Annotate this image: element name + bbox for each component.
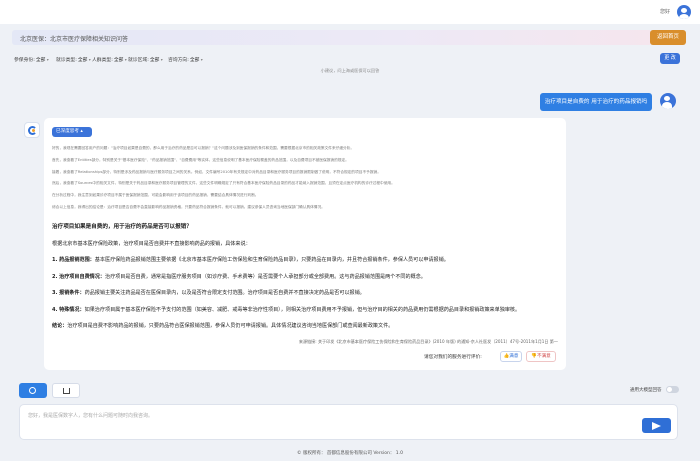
satisfied-button[interactable]: 👍满意 [500,351,522,362]
message-input-placeholder: 您好，我是医保数字人，您有什么问题可随时向我咨询。 [28,413,154,419]
title-banner: 北京医保：北京市医疗保障相关知识问答 [12,30,652,45]
answer-point: 2. 治疗项目自费情况：治疗项目是否自费，通常是指医疗服务项目（如诊疗费、手术费… [52,274,560,282]
answer-body: 治疗项目如果是自费的，用于治疗的药品是否可以报销？ 根据北京市基本医疗保险政策，… [52,224,560,340]
greeting-text: 您好 [659,9,670,15]
assistant-logo-icon [24,122,40,138]
feedback-question: 请您对我们的服务进行评价: [424,355,482,360]
deep-thinking-label: 已深度思考 [56,129,79,134]
footer-copyright: © 版权所有： 首都信息股份有限公司 Version： 1.0 [297,451,403,456]
answer-conclusion: 结论：治疗项目是自费不影响药品的报销，只要药品符合医保报销范围，参保人员仍可申请… [52,323,560,331]
answer-title: 治疗项目如果是自费的，用于治疗的药品是否可以报销？ [52,224,192,230]
share-icon [63,388,70,394]
general-model-toggle[interactable] [666,386,679,393]
point-title: 药品报销范围： [59,257,95,263]
thinking-paragraph: 接着，我查看了Relationships部分，特别是涉及药品报销与医疗服务项目之… [52,169,381,174]
filter-value: 全部 [36,58,49,63]
filter-insured-identity[interactable]: 参保身份:全部 [14,56,49,63]
filter-label: 就诊区域: [128,58,149,63]
answer-intro: 根据北京市基本医疗保险政策，治疗项目是否自费并不直接影响药品的报销，具体来说： [52,240,251,247]
unsatisfied-button[interactable]: 👎不满意 [526,351,556,362]
assistant-reply-panel: 已深度思考 ▴ 好的，我现在需要回答用户的问题："治疗项目如果是自费的，那么用于… [44,118,566,370]
filter-value: 全部 [78,58,91,63]
answer-point: 4. 特殊情况：如果治疗项目属于基本医疗保险不予支付的范围（如美容、减肥、戒毒等… [52,307,560,315]
answer-point: 1. 药品报销范围：基本医疗保险药品报销范围主要依据《北京市基本医疗保险工伤保险… [52,257,560,265]
answer-point: 3. 报销条件：药品报销主要关注药品是否在医保目录内，以及是否符合限定支付范围。… [52,290,560,298]
thinking-paragraph: 然后，我查看了Sources中的相关文件，特别是关于药品目录和医疗服务项目管理的… [52,181,395,186]
point-number: 3. [52,290,58,296]
point-title: 治疗项目自费情况： [59,273,105,280]
unsatisfied-label: 不满意 [536,354,551,359]
new-chat-button[interactable] [19,383,47,398]
thinking-paragraph: 首先，我查看了Entities部分，特别是关于"基本医疗保险"、"药品报销范围"… [52,157,349,162]
filter-visit-type[interactable]: 就诊类型:全部 [56,56,91,63]
point-title: 报销条件： [59,290,85,296]
user-avatar-icon [660,93,676,109]
point-number: 2. [52,273,58,280]
change-filters-button[interactable]: 更 改 [660,53,680,64]
point-text: 治疗项目是否自费，通常是指医疗服务项目（如诊疗费、手术费等）是否需要个人承担部分… [104,273,426,280]
general-model-label: 通用大模型回答 [630,388,662,393]
thinking-paragraph: 在分析过程中，我注意到如果诊疗项目不属于医保报销范围，可能会影响用于该项目的药品… [52,193,259,198]
banner-title: 北京医保：北京市医疗保障相关知识问答 [20,36,129,43]
filter-value: 全部 [150,58,163,63]
chat-icon [29,387,36,394]
filter-bar: 参保身份:全部 就诊类型:全部 人群类型:全部 就诊区域:全部 咨询方向:全部 [12,53,688,66]
point-text: 药品报销主要关注药品是否在医保目录内，以及是否符合限定支付范围。治疗项目是否自费… [84,290,365,296]
send-button[interactable] [642,418,671,433]
filter-visit-region[interactable]: 就诊区域:全部 [128,56,163,63]
deep-thinking-toggle[interactable]: 已深度思考 ▴ [52,127,92,137]
filter-label: 就诊类型: [56,58,77,63]
user-message-bubble: 治疗项目是自费的 用于治疗的药品报销吗 [540,93,652,111]
filter-label: 参保身份: [14,58,35,63]
conclusion-text: 治疗项目是自费不影响药品的报销，只要药品符合医保报销范围，参保人员仍可申请报销。… [67,323,394,329]
point-text: 基本医疗保险药品报销范围主要依据《北京市基本医疗保险工伤保险和生育保险药品目录》… [94,257,449,263]
conclusion-label: 结论： [52,323,68,329]
send-arrow-icon [652,422,661,430]
filter-population-type[interactable]: 人群类型:全部 [92,56,127,63]
filter-label: 人群类型: [92,58,113,63]
top-bar: 您好 [0,0,700,24]
thinking-paragraph: 好的，我现在需要回答用户的问题："治疗项目如果是自费的，那么用于治疗的药品是否可… [52,146,355,150]
message-input[interactable]: 您好，我是医保数字人，您有什么问题可随时向我咨询。 [19,404,678,440]
share-button[interactable] [52,383,80,398]
thinking-process: 好的，我现在需要回答用户的问题："治疗项目如果是自费的，那么用于治疗的药品是否可… [52,145,560,216]
thinking-paragraph: 综合以上信息，我得出的结论是：治疗项目是否自费不会直接影响药品报销资格，只要药品… [52,204,325,209]
filter-label: 咨询方向: [168,58,189,63]
point-title: 特殊情况： [59,306,85,313]
source-link[interactable]: 来源链接: 关于印发《北京市基本医疗保险工伤保险和生育保险药品目录》(2010 … [299,339,558,345]
suggestion-tip: 小建议，问上海或医保可以回答 [320,68,380,73]
filter-consult-direction[interactable]: 咨询方向:全部 [168,56,203,63]
user-avatar-icon[interactable] [677,5,691,19]
point-text: 如果治疗项目属于基本医疗保险不予支付的范围（如美容、减肥、戒毒等非治疗性项目），… [84,306,521,313]
back-home-button[interactable]: 返回首页 [650,30,686,45]
point-number: 1. [52,257,58,263]
filter-value: 全部 [114,58,127,63]
filter-value: 全部 [190,58,203,63]
point-number: 4. [52,306,58,313]
satisfied-label: 满意 [509,354,519,359]
